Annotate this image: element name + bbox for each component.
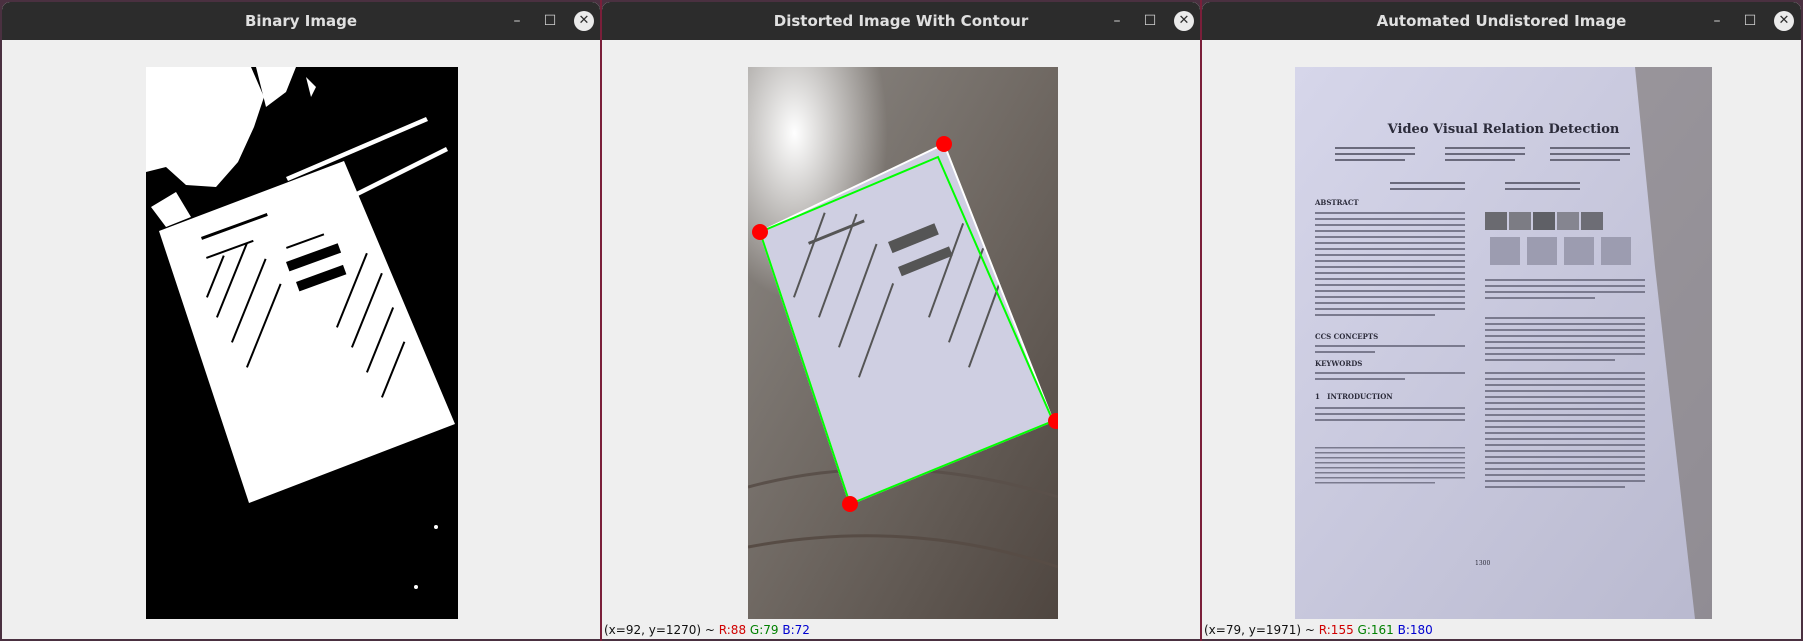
binary-image-window: Binary Image – ☐ ✕ [2, 2, 600, 639]
status-b: B:72 [782, 623, 810, 637]
maximize-icon[interactable]: ☐ [1735, 2, 1765, 40]
status-b: B:180 [1397, 623, 1433, 637]
pixel-status: (x=79, y=1971) ~ R:155 G:161 B:180 [1204, 623, 1433, 637]
maximize-icon[interactable]: ☐ [1135, 2, 1165, 40]
status-coords: (x=92, y=1270) ~ [604, 623, 719, 637]
close-icon[interactable]: ✕ [1174, 11, 1194, 31]
image-canvas[interactable]: Video Visual Relation Detection ABSTRACT… [1202, 40, 1801, 639]
close-icon[interactable]: ✕ [574, 11, 594, 31]
paper-section-abstract: ABSTRACT [1315, 198, 1359, 207]
paper-section-ccs: CCS CONCEPTS [1315, 332, 1379, 341]
minimize-icon[interactable]: – [502, 2, 532, 40]
undistorted-image-window: Automated Undistored Image – ☐ ✕ Video V… [1202, 2, 1801, 639]
status-r: R:88 [718, 623, 747, 637]
status-r: R:155 [1318, 623, 1354, 637]
titlebar[interactable]: Automated Undistored Image – ☐ ✕ [1202, 2, 1801, 40]
paper-page-number: 1300 [1475, 560, 1491, 567]
maximize-icon[interactable]: ☐ [535, 2, 565, 40]
paper-section-intro: 1 INTRODUCTION [1315, 392, 1393, 401]
minimize-icon[interactable]: – [1702, 2, 1732, 40]
image-canvas[interactable] [2, 40, 600, 639]
corner-marker [842, 496, 858, 512]
close-icon[interactable]: ✕ [1774, 11, 1794, 31]
status-coords: (x=79, y=1971) ~ [1204, 623, 1319, 637]
binary-image [146, 67, 458, 619]
status-g: G:161 [1357, 623, 1394, 637]
corner-marker [936, 136, 952, 152]
status-g: G:79 [749, 623, 779, 637]
titlebar[interactable]: Binary Image – ☐ ✕ [2, 2, 600, 40]
paper-section-keywords: KEYWORDS [1315, 359, 1363, 368]
titlebar[interactable]: Distorted Image With Contour – ☐ ✕ [602, 2, 1200, 40]
paper-title: Video Visual Relation Detection [1387, 122, 1620, 137]
minimize-icon[interactable]: – [1102, 2, 1132, 40]
image-canvas[interactable]: (x=92, y=1270) ~ R:88 G:79 B:72 [602, 40, 1200, 639]
pixel-status: (x=92, y=1270) ~ R:88 G:79 B:72 [604, 623, 810, 637]
corner-marker [752, 224, 768, 240]
undistorted-image: Video Visual Relation Detection ABSTRACT… [1295, 67, 1712, 619]
contour-image-window: Distorted Image With Contour – ☐ ✕ (x=92… [602, 2, 1200, 639]
distorted-image [748, 67, 1058, 619]
